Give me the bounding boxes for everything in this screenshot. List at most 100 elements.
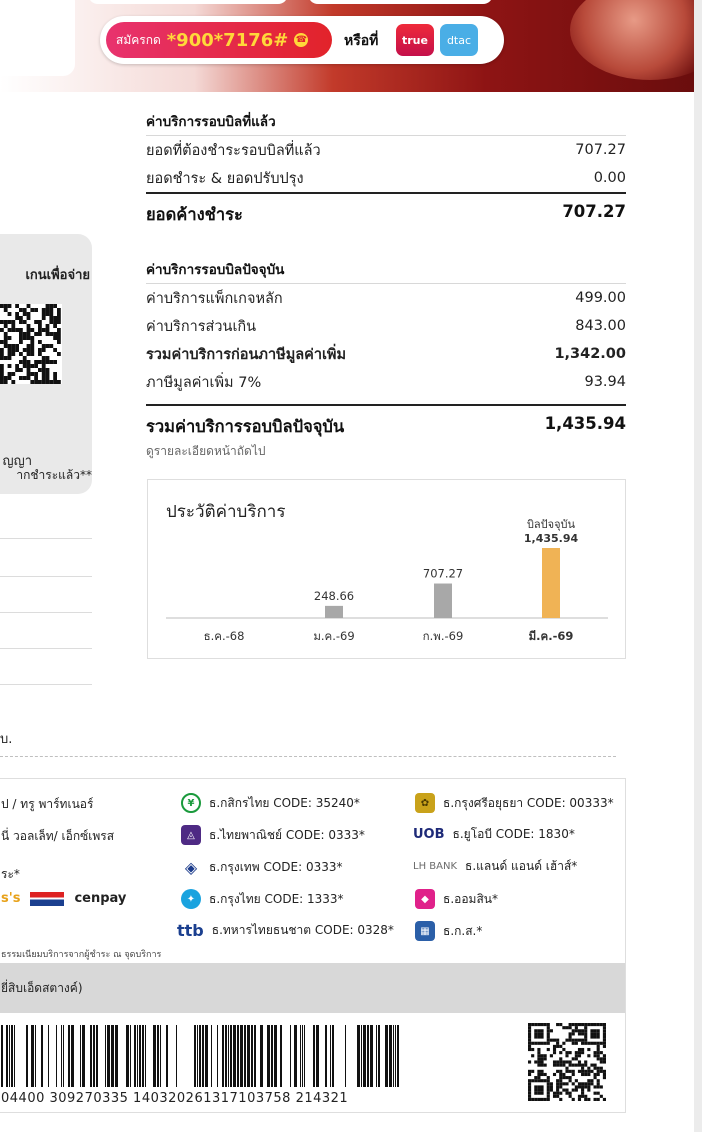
row-value: 843.00 [575,318,626,334]
chart-tick-label: ธ.ค.-68 [204,629,245,643]
chart-data-label: 1,435.94 [524,532,579,545]
row-value: 707.27 [575,142,626,158]
total-value: 707.27 [562,202,626,221]
page-edge [694,0,702,1132]
current-total: รวมค่าบริการรอบบิลปัจจุบัน 1,435.94 [146,404,626,440]
phone-icon: ☎ [294,33,309,47]
bank-gsb: ◆ ธ.ออมสิน* [415,889,498,909]
amount-words: ยี่สิบเอ็ดสตางค์) [1,981,83,995]
row-label: ยอดชำระ & ยอดปรับปรุง [146,170,304,187]
banner-left-card [0,0,75,76]
chart-data-label: 248.66 [314,589,354,603]
row-label: ค่าบริการแพ็กเกจหลัก [146,290,283,307]
bank-lh: LH BANK ธ.แลนด์ แอนด์ เฮ้าส์* [413,857,577,876]
current-row: ค่าบริการแพ็กเกจหลัก 499.00 [146,284,626,312]
banner-tab-2 [308,0,493,4]
chart-bar [542,548,560,618]
promo-code-pill[interactable]: สมัครกด *900*7176# ☎ [106,22,332,58]
chart-tick-label: มี.ค.-69 [529,629,574,643]
promo-or: หรือที่ [344,33,379,49]
promo-code: *900*7176# [166,29,289,51]
row-label: ค่าบริการส่วนเกิน [146,318,257,335]
amount-words-band: ยี่สิบเอ็ดสตางค์) [0,963,625,1013]
store-logo-icon: s's [1,891,21,906]
outstanding-total: ยอดค้างชำระ 707.27 [146,192,626,228]
krungsri-icon: ✿ [415,793,435,813]
kbank-icon: ¥ [181,793,201,813]
current-row-vat: ภาษีมูลค่าเพิ่ม 7% 93.94 [146,368,626,396]
row-value: 1,342.00 [554,346,626,362]
ktb-icon: ✦ [181,889,201,909]
current-row-subtotal: รวมค่าบริการก่อนภาษีมูลค่าเพิ่ม 1,342.00 [146,340,626,368]
payment-qr-icon[interactable] [528,1023,606,1101]
promo-pill[interactable]: สมัครกด *900*7176# ☎ หรือที่ true dtac [100,16,504,64]
total-value: 1,435.94 [544,414,626,433]
bank-label: ธ.ไทยพาณิชย์ CODE: 0333* [209,827,365,842]
current-bill-section: ค่าบริการรอบบิลปัจจุบัน ค่าบริการแพ็กเกจ… [146,258,626,461]
previous-row: ยอดชำระ & ยอดปรับปรุง 0.00 [146,164,626,192]
row-label: รวมค่าบริการก่อนภาษีมูลค่าเพิ่ม [146,346,347,363]
bank-label: ธ.กรุงศรีอยุธยา CODE: 00333* [443,795,614,810]
ttb-icon: ttb [177,921,204,940]
promo-banner: สมัครกด *900*7176# ☎ หรือที่ true dtac [0,0,694,92]
qr-card-title: เกนเพื่อจ่าย [25,268,90,283]
row-value: 499.00 [575,290,626,306]
lhbank-icon: LH BANK [413,861,458,872]
channel-left-1: ป / ทรู พาร์ทเนอร์ [1,797,94,811]
bank-label: ธ.ทหารไทยธนชาต CODE: 0328* [211,923,394,937]
bank-label: ธ.ออมสิน* [443,891,498,906]
promo-prefix: สมัครกด [116,32,161,47]
previous-bill-section: ค่าบริการรอบบิลที่แล้ว ยอดที่ต้องชำระรอบ… [146,110,626,228]
bank-label: ธ.กสิกรไทย CODE: 35240* [209,795,360,810]
bank-ttb: ttb ธ.ทหารไทยธนชาต CODE: 0328* [177,921,394,940]
row-value: 93.94 [584,374,626,390]
uob-icon: UOB [413,827,445,842]
qr-code-icon[interactable] [0,304,62,384]
chart-bar [434,583,452,618]
bank-label: ธ.กรุงเทพ CODE: 0333* [209,859,343,874]
total-label: รวมค่าบริการรอบบิลปัจจุบัน [146,417,345,436]
row-label: ภาษีมูลค่าเพิ่ม 7% [146,374,262,391]
chart-data-label: 707.27 [423,567,463,581]
chart-svg: ธ.ค.-68 248.66 ม.ค.-69 707.27 ก.พ.-69 1,435.9… [166,518,608,643]
bank-label: ธ.กรุงไทย CODE: 1333* [209,891,344,906]
qr-card-note-2: ากชำระแล้ว** [16,468,92,482]
banner-tab-1 [88,0,288,4]
bank-label: ธ.ยูโอบี CODE: 1830* [452,827,575,841]
channel-logos: s's cenpay [1,891,126,906]
total-label: ยอดค้างชำระ [146,205,243,224]
chart-bar [325,605,343,618]
barcode-number: 04400 309270335 140320261317103758 21432… [1,1091,349,1106]
barcode-icon[interactable] [1,1025,399,1087]
bank-kbank: ¥ ธ.กสิกรไทย CODE: 35240* [181,793,360,813]
chart-current-label: บิลปัจจุบัน [527,518,576,531]
baac-icon: ▦ [415,921,435,941]
detail-note[interactable]: ดูรายละเอียดหน้าถัดไป [146,442,626,461]
cenpay-logo-icon: cenpay [74,891,127,906]
bank-ktb: ✦ ธ.กรุงไทย CODE: 1333* [181,889,344,909]
bank-uob: UOB ธ.ยูโอบี CODE: 1830* [413,825,575,844]
bank-baac: ▦ ธ.ก.ส.* [415,921,482,941]
row-value: 0.00 [593,170,626,186]
chart-tick-label: ก.พ.-69 [423,629,464,643]
previous-row: ยอดที่ต้องชำระรอบบิลที่แล้ว 707.27 [146,136,626,164]
bank-bbl: ◈ ธ.กรุงเทพ CODE: 0333* [181,857,343,877]
current-row: ค่าบริการส่วนเกิน 843.00 [146,312,626,340]
payment-channels: ป / ทรู พาร์ทเนอร์ นี่ วอลเล็ท/ เอ็กซ์เพ… [0,778,626,1113]
scb-icon: ◬ [181,825,201,845]
channel-left-3: ระ* [1,867,20,881]
dashed-divider [0,756,616,757]
row-label: ยอดที่ต้องชำระรอบบิลที่แล้ว [146,142,321,159]
true-logo-icon[interactable]: true [396,24,434,56]
previous-bill-title: ค่าบริการรอบบิลที่แล้ว [146,110,626,136]
dtac-logo-icon[interactable]: dtac [440,24,478,56]
left-text-fragment: บ. [0,732,13,747]
billing-history-chart: ประวัติค่าบริการ ธ.ค.-68 248.66 ม.ค.-69 707… [147,479,626,659]
bbl-icon: ◈ [181,857,201,877]
chart-tick-label: ม.ค.-69 [313,629,354,643]
current-bill-title: ค่าบริการรอบบิลปัจจุบัน [146,258,626,284]
bank-label: ธ.แลนด์ แอนด์ เฮ้าส์* [465,859,578,873]
fee-fine-print: ธรรมเนียมบริการจากผู้ชำระ ณ จุดบริการ [1,950,162,960]
bank-krungsri: ✿ ธ.กรุงศรีอยุธยา CODE: 00333* [415,793,614,813]
bank-scb: ◬ ธ.ไทยพาณิชย์ CODE: 0333* [181,825,365,845]
